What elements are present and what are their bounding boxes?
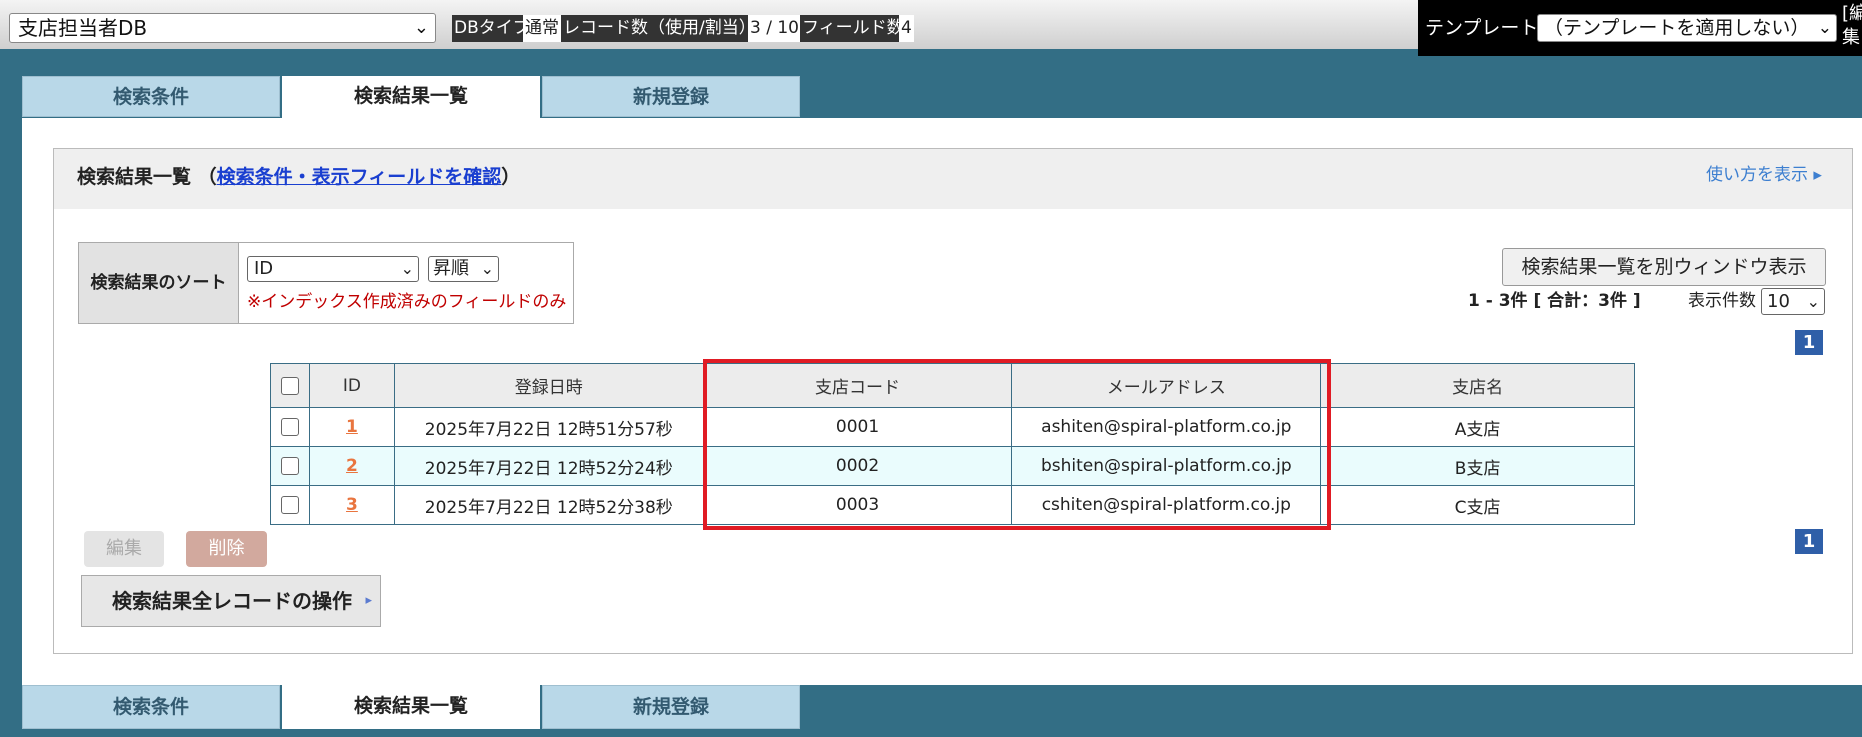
panel-title-text: 検索結果一覧: [77, 166, 192, 188]
table-row: 3 2025年7月22日 12時52分38秒 0003 cshiten@spir…: [270, 485, 1635, 525]
sort-label: 検索結果のソート: [79, 243, 239, 323]
branch-code-cell: 0003: [702, 485, 1013, 525]
template-select[interactable]: （テンプレートを適用しない） ⌄: [1537, 14, 1837, 42]
select-all-checkbox[interactable]: [280, 376, 299, 395]
row-checkbox[interactable]: [280, 457, 299, 475]
record-id-link[interactable]: 3: [346, 495, 358, 515]
confirm-conditions-link[interactable]: 検索条件・表示フィールドを確認: [217, 166, 502, 188]
branch-name-cell: B支店: [1320, 446, 1635, 486]
chevron-down-icon: ⌄: [413, 17, 429, 38]
delete-button[interactable]: 削除: [186, 531, 267, 567]
record-count-label: レコード数（使用/割当）: [561, 15, 758, 42]
branch-code-cell: 0001: [702, 407, 1013, 447]
tab-search-conditions-bottom[interactable]: 検索条件: [22, 685, 280, 729]
paren-close: ）: [501, 166, 521, 188]
sort-note: ※インデックス作成済みのフィールドのみ: [247, 292, 567, 312]
panel-title: 検索結果一覧 （検索条件・表示フィールドを確認）: [77, 163, 520, 191]
sort-order-value: 昇順: [433, 258, 469, 279]
record-id-link[interactable]: 2: [346, 456, 358, 476]
chevron-down-icon: ⌄: [1806, 292, 1820, 311]
record-id-link[interactable]: 1: [346, 417, 358, 437]
page-number-bottom[interactable]: 1: [1795, 529, 1823, 554]
per-page-select[interactable]: 10 ⌄: [1761, 288, 1825, 315]
open-new-window-button[interactable]: 検索結果一覧を別ウィンドウ表示: [1502, 248, 1826, 286]
branch-code-cell: 0002: [702, 446, 1013, 486]
field-count-value: 4: [899, 15, 914, 42]
help-link[interactable]: 使い方を表示 ▸: [1706, 161, 1822, 189]
tab-new-registration-bottom[interactable]: 新規登録: [542, 685, 800, 729]
table-row: 1 2025年7月22日 12時51分57秒 0001 ashiten@spir…: [270, 407, 1635, 447]
db-select[interactable]: 支店担当者DB ⌄: [9, 13, 436, 43]
page-number-top[interactable]: 1: [1795, 330, 1823, 355]
per-page-label: 表示件数: [1688, 291, 1756, 311]
chevron-down-icon: ⌄: [1817, 18, 1832, 38]
column-header-id[interactable]: ID: [308, 363, 395, 408]
column-header-branch-name[interactable]: 支店名: [1320, 363, 1635, 408]
email-cell: cshiten@spiral-platform.co.jp: [1011, 485, 1322, 525]
table-header-row: ID 登録日時 支店コード メールアドレス 支店名: [270, 363, 1635, 408]
email-cell: ashiten@spiral-platform.co.jp: [1011, 407, 1322, 447]
template-edit-link[interactable]: [編集: [1842, 2, 1862, 50]
per-page-value: 10: [1767, 291, 1790, 312]
field-count-label: フィールド数: [800, 15, 906, 42]
column-header-registered[interactable]: 登録日時: [393, 363, 704, 408]
branch-name-cell: A支店: [1320, 407, 1635, 447]
row-checkbox[interactable]: [280, 418, 299, 436]
tab-search-conditions[interactable]: 検索条件: [22, 76, 280, 117]
email-cell: bshiten@spiral-platform.co.jp: [1011, 446, 1322, 486]
table-row: 2 2025年7月22日 12時52分24秒 0002 bshiten@spir…: [270, 446, 1635, 486]
branch-name-cell: C支店: [1320, 485, 1635, 525]
all-ops-label: 検索結果全レコードの操作: [112, 589, 352, 613]
column-header-email[interactable]: メールアドレス: [1011, 363, 1322, 408]
template-select-value: （テンプレートを適用しない）: [1544, 17, 1810, 39]
tab-search-results[interactable]: 検索結果一覧: [282, 76, 540, 118]
paren-open: （: [197, 166, 217, 188]
row-checkbox[interactable]: [280, 496, 299, 514]
results-table: ID 登録日時 支店コード メールアドレス 支店名 1 2025年7月22日 1…: [270, 363, 1635, 525]
edit-button[interactable]: 編集: [84, 531, 164, 567]
template-label: テンプレート: [1425, 17, 1539, 39]
record-count-value: 3 / 10: [748, 15, 801, 42]
registered-cell: 2025年7月22日 12時52分38秒: [393, 485, 704, 525]
result-count: 1 - 3件 [ 合計：3件 ]: [1468, 291, 1641, 311]
registered-cell: 2025年7月22日 12時52分24秒: [393, 446, 704, 486]
all-records-operation-button[interactable]: 検索結果全レコードの操作 ▸: [81, 575, 381, 627]
db-type-value: 通常: [523, 15, 561, 42]
sort-field-value: ID: [254, 258, 274, 279]
sort-field-select[interactable]: ID ⌄: [247, 256, 419, 282]
registered-cell: 2025年7月22日 12時51分57秒: [393, 407, 704, 447]
chevron-down-icon: ⌄: [480, 259, 494, 278]
triangle-right-icon: ▸: [365, 593, 372, 608]
select-all-cell: [270, 363, 310, 408]
tab-search-results-bottom[interactable]: 検索結果一覧: [282, 685, 540, 729]
sort-order-select[interactable]: 昇順 ⌄: [428, 256, 499, 282]
column-header-branch-code[interactable]: 支店コード: [702, 363, 1013, 408]
db-select-value: 支店担当者DB: [18, 16, 148, 40]
chevron-down-icon: ⌄: [400, 259, 414, 278]
db-type-label: DBタイプ: [452, 15, 532, 42]
tab-new-registration[interactable]: 新規登録: [542, 76, 800, 117]
